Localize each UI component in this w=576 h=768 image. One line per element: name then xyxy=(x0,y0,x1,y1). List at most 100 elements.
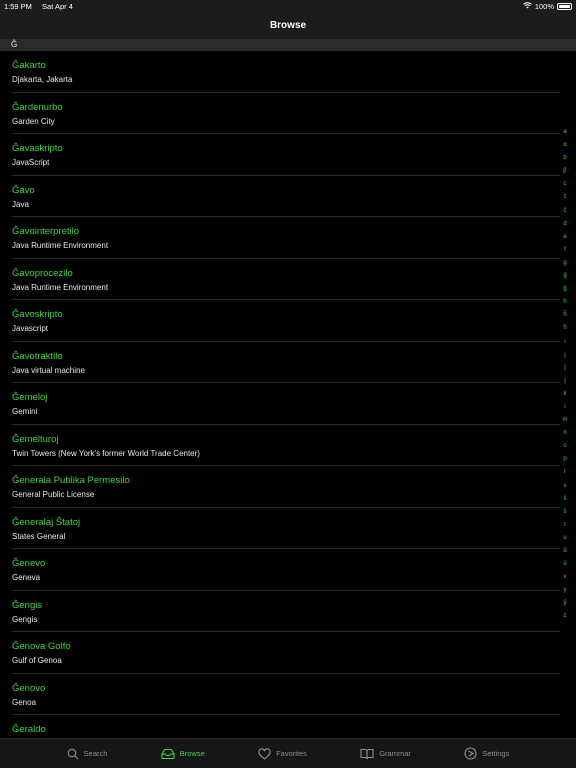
entry-translation: JavaScript xyxy=(12,158,50,167)
index-letter[interactable]: r xyxy=(564,466,566,479)
index-letter[interactable]: š xyxy=(564,506,567,519)
index-letter[interactable]: e xyxy=(563,231,566,244)
list-item[interactable]: Ĝenerala Publika Permesilo General Public… xyxy=(0,466,576,508)
entry-translation: Twin Towers (New York's former World Tra… xyxy=(12,448,200,458)
tab-label: Search xyxy=(83,749,108,758)
index-letter[interactable]: a xyxy=(563,126,566,139)
entry-translation: Java xyxy=(12,199,29,209)
index-letter[interactable]: n xyxy=(563,427,566,440)
entry-translation: Java Runtime Environment xyxy=(12,282,109,292)
index-letter[interactable]: f xyxy=(564,244,566,257)
index-letter[interactable]: ü xyxy=(563,558,566,571)
list-item[interactable]: Ĝavoprocezilo Java Runtime Environment xyxy=(0,259,576,301)
list-item[interactable]: Ĝengis Gengis xyxy=(0,591,576,633)
entry-translation: States General xyxy=(12,531,66,541)
index-letter[interactable]: z xyxy=(564,610,567,623)
entry-term: Ĝavoskripto xyxy=(12,309,63,320)
index-letter[interactable]: ĝ xyxy=(563,270,566,283)
list-item[interactable]: Ĝemelturoj Twin Towers (New York's former… xyxy=(0,425,576,467)
index-letter[interactable]: j xyxy=(564,349,565,362)
list-item[interactable]: Ĝavointerpretilo Java Runtime Environment xyxy=(0,217,576,259)
alphabet-index[interactable]: aαbβcĉčdefgĝğhĥħijĵǰklmnoprsŝštuŭüvyÿz xyxy=(559,126,571,624)
tab-label: Settings xyxy=(482,749,510,758)
index-letter[interactable]: č xyxy=(564,205,567,218)
list-item[interactable]: Ĝakarto Djakarta, Jakarta xyxy=(0,51,576,93)
entry-term: Ĝavo xyxy=(12,184,35,196)
entry-term: Ĝengis xyxy=(12,599,43,611)
book-icon xyxy=(360,748,374,760)
index-letter[interactable]: ŭ xyxy=(563,545,566,558)
index-letter[interactable]: ǰ xyxy=(564,375,565,388)
status-left: 1:59 PM Sat Apr 4 xyxy=(4,2,81,11)
index-letter[interactable]: ħ xyxy=(563,322,566,335)
browse-icon xyxy=(161,748,175,760)
index-letter[interactable]: o xyxy=(563,440,566,453)
tab-browse[interactable]: Browse xyxy=(161,748,205,760)
entry-list[interactable]: Ĝakarto Djakarta, Jakarta Ĝardenurbo Garden… xyxy=(0,51,576,738)
entry-term: Ĝardenurbo xyxy=(12,101,63,113)
entry-translation: General Public License xyxy=(12,490,95,499)
tab-settings[interactable]: Settings xyxy=(464,747,509,760)
index-letter[interactable]: ÿ xyxy=(564,597,567,610)
entry-term: Ĝenerala Publika Permesilo xyxy=(12,475,130,486)
wifi-icon xyxy=(522,2,532,11)
list-item[interactable]: Ĝardenurbo Garden City xyxy=(0,93,576,135)
entry-term: Ĝenevo xyxy=(12,558,46,569)
list-item[interactable]: Ĝeraldo xyxy=(0,715,576,738)
list-item[interactable]: Ĝavo Java xyxy=(0,176,576,218)
index-letter[interactable]: s xyxy=(564,480,567,493)
tab-favorites[interactable]: Favorites xyxy=(258,747,307,760)
index-letter[interactable]: h xyxy=(563,296,566,309)
entry-term: Ĝenovo xyxy=(12,682,46,694)
entry-translation: Java virtual machine xyxy=(12,365,85,375)
index-letter[interactable]: k xyxy=(564,388,567,401)
list-item[interactable]: Ĝavaskripto JavaScript xyxy=(0,134,576,176)
status-time: 1:59 PM xyxy=(4,2,32,11)
battery-percent: 100% xyxy=(534,2,554,11)
index-letter[interactable]: ŝ xyxy=(564,493,567,506)
index-letter[interactable]: β xyxy=(563,165,566,178)
index-letter[interactable]: b xyxy=(563,152,566,165)
index-letter[interactable]: m xyxy=(563,414,568,427)
list-item[interactable]: Ĝavoskripto Javascript xyxy=(0,300,576,342)
list-item[interactable]: Ĝenevo Geneva xyxy=(0,549,576,591)
index-letter[interactable]: ĥ xyxy=(563,309,566,322)
index-letter[interactable]: i xyxy=(564,336,565,349)
entry-term: Ĝemeloj xyxy=(12,392,48,403)
section-header: Ĝ xyxy=(0,39,576,51)
index-letter[interactable]: ĉ xyxy=(564,191,567,204)
index-letter[interactable]: d xyxy=(563,218,566,231)
entry-translation: Java Runtime Environment xyxy=(12,241,109,250)
status-date: Sat Apr 4 xyxy=(42,2,73,11)
page-title: Browse xyxy=(269,20,307,31)
list-item[interactable]: Ĝenovo Genoa xyxy=(0,674,576,716)
list-item[interactable]: Ĝavotraktilo Java virtual machine xyxy=(0,342,576,384)
list-item[interactable]: Ĝemeloj Gemini xyxy=(0,383,576,425)
index-letter[interactable]: ğ xyxy=(563,283,566,296)
tab-label: Grammar xyxy=(379,749,411,758)
tab-grammar[interactable]: Grammar xyxy=(360,748,411,760)
entry-term: Ĝavotraktilo xyxy=(12,350,63,362)
entry-translation: Gulf of Genoa xyxy=(12,656,62,665)
list-item[interactable]: Ĝenova Golfo Gulf of Genoa xyxy=(0,632,576,674)
entry-translation: Geneva xyxy=(12,573,41,582)
entry-term: Ĝemelturoj xyxy=(12,433,59,445)
index-letter[interactable]: v xyxy=(564,571,567,584)
index-letter[interactable]: y xyxy=(564,584,567,597)
index-letter[interactable]: ĵ xyxy=(564,362,565,375)
entry-translation: Genoa xyxy=(12,697,37,707)
index-letter[interactable]: g xyxy=(563,257,566,270)
entry-translation: Djakarta, Jakarta xyxy=(12,75,73,84)
tab-search[interactable]: Search xyxy=(67,748,108,760)
list-item[interactable]: Ĝeneralaj Ŝtatoj States General xyxy=(0,508,576,550)
entry-term: Ĝavaskripto xyxy=(12,143,63,154)
index-letter[interactable]: l xyxy=(564,401,565,414)
index-letter[interactable]: t xyxy=(564,519,566,532)
index-letter[interactable]: p xyxy=(563,453,566,466)
entry-term: Ĝakarto xyxy=(12,60,46,71)
heart-icon xyxy=(258,747,271,760)
index-letter[interactable]: c xyxy=(564,178,567,191)
index-letter[interactable]: α xyxy=(563,139,566,152)
tab-label: Browse xyxy=(179,749,205,758)
index-letter[interactable]: u xyxy=(563,532,566,545)
